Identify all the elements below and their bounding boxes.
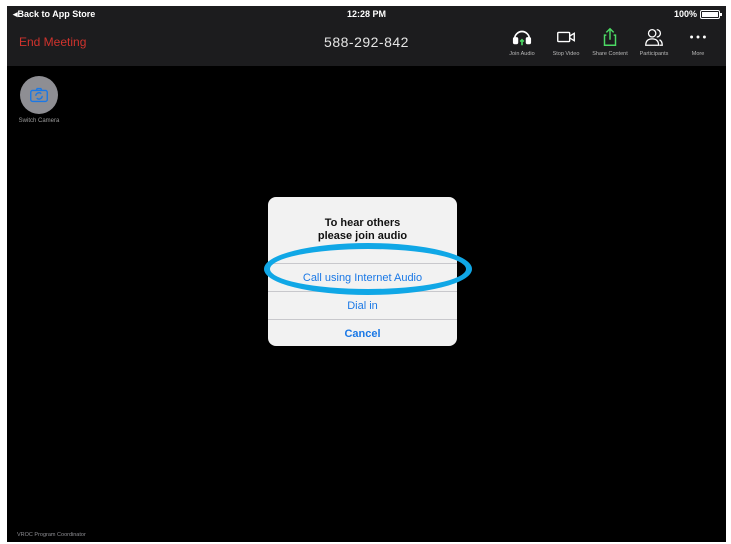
more-button[interactable]: More	[678, 26, 718, 57]
cancel-button[interactable]: Cancel	[268, 319, 457, 346]
switch-camera-label: Switch Camera	[18, 118, 60, 124]
dialog-title: To hear others please join audio	[268, 197, 457, 263]
participants-button[interactable]: Participants	[634, 26, 674, 57]
switch-camera-circle	[20, 76, 58, 114]
battery-indicator: 100%	[673, 9, 722, 19]
toolbar-actions: Join Audio Stop Video Share Content Part…	[502, 26, 718, 57]
join-audio-label: Join Audio	[509, 51, 535, 57]
switch-camera-button[interactable]: Switch Camera	[13, 76, 65, 124]
dialog-title-line2: please join audio	[317, 230, 408, 242]
participants-label: Participants	[639, 51, 669, 57]
share-content-button[interactable]: Share Content	[590, 26, 630, 57]
status-time: 12:28 PM	[346, 9, 387, 19]
share-icon	[603, 27, 617, 46]
dial-in-button[interactable]: Dial in	[268, 291, 457, 319]
video-camera-icon	[557, 31, 575, 43]
stop-video-button[interactable]: Stop Video	[546, 26, 586, 57]
participants-icon	[645, 29, 663, 46]
more-icon	[690, 35, 706, 39]
join-audio-button[interactable]: Join Audio	[502, 26, 542, 57]
headphones-icon	[512, 30, 532, 46]
stop-video-label: Stop Video	[552, 51, 580, 57]
join-audio-dialog: To hear others please join audio Call us…	[268, 197, 457, 346]
status-bar: ◂Back to App Store 12:28 PM 100%	[7, 6, 726, 22]
battery-percent: 100%	[673, 9, 697, 19]
call-internet-audio-button[interactable]: Call using Internet Audio	[268, 263, 457, 291]
battery-icon	[700, 9, 722, 19]
dialog-title-line1: To hear others	[324, 217, 401, 229]
meeting-toolbar: End Meeting 588-292-842 Join Audio Stop …	[7, 22, 726, 66]
more-label: More	[691, 51, 705, 57]
share-content-label: Share Content	[592, 51, 628, 57]
participant-name: VROC Program Coordinator	[17, 532, 86, 538]
switch-camera-icon	[30, 87, 48, 103]
